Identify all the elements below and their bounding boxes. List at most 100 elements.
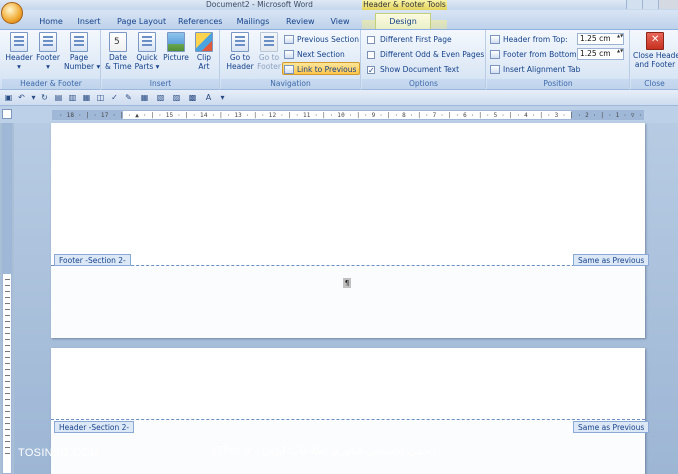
- header-from-top-input[interactable]: 1.25 cm: [577, 33, 624, 45]
- quick-parts-icon: [138, 32, 156, 52]
- go-to-header-label-line1: Go to: [229, 53, 251, 62]
- draw-icon[interactable]: ▨: [172, 93, 181, 102]
- footer-from-bottom-label: Footer from Bottom:: [503, 50, 580, 59]
- link-to-previous-label: Link to Previous: [297, 65, 357, 74]
- insert-alignment-tab-label: Insert Alignment Tab: [503, 65, 581, 74]
- maximize-button[interactable]: [642, 0, 658, 9]
- tab-view[interactable]: View: [329, 14, 351, 30]
- alignment-tab-icon: [490, 65, 500, 74]
- office-button[interactable]: [1, 2, 23, 24]
- columns-icon[interactable]: ▩: [188, 93, 197, 102]
- open-icon[interactable]: ▥: [68, 93, 77, 102]
- calendar-icon: [109, 32, 127, 52]
- tab-selector[interactable]: [2, 109, 12, 119]
- header-button-label: Header: [5, 53, 33, 62]
- dropdown-icon[interactable]: ▾: [29, 93, 38, 102]
- previous-section-icon: [284, 35, 294, 44]
- tab-review[interactable]: Review: [286, 14, 315, 30]
- group-label-close: Close: [631, 79, 678, 89]
- picture-icon: [167, 32, 185, 52]
- clip-art-label-line2: Art: [198, 62, 210, 71]
- next-section-button[interactable]: Next Section: [283, 48, 345, 61]
- tab-references[interactable]: References: [178, 14, 222, 30]
- different-odd-even-option[interactable]: Different Odd & Even Pages: [366, 48, 484, 61]
- page-number-label-line1: Page: [69, 53, 89, 62]
- watermark-center: ITPro.ir - انجمن تخصصی فناوری اطلاعات ای…: [213, 444, 436, 457]
- horizontal-ruler[interactable]: · 18 · | · 17 · | · ▲ · | · 15 · | · 14 …: [52, 110, 644, 120]
- different-first-page-option[interactable]: Different First Page: [366, 33, 452, 46]
- tab-design[interactable]: Design: [375, 13, 431, 29]
- new-icon[interactable]: ▤: [54, 93, 63, 102]
- font-color-icon[interactable]: A: [204, 93, 213, 102]
- customize-icon[interactable]: ▾: [218, 93, 227, 102]
- go-to-footer-button[interactable]: Go to Footer: [255, 32, 283, 71]
- window-close-button[interactable]: [658, 0, 678, 9]
- group-position: Header from Top: 1.25 cm Footer from Bot…: [487, 30, 630, 90]
- show-document-text-checkbox[interactable]: [367, 64, 375, 77]
- close-header-footer-button[interactable]: Close Header and Footer: [633, 32, 678, 69]
- footer-icon: [39, 32, 57, 52]
- footer-position-icon: [490, 50, 500, 59]
- page-number-button[interactable]: Page Number ▾: [64, 32, 100, 71]
- ruler-ticks: · 18 · | · 17 · | · ▲ · | · 15 · | · 14 …: [59, 112, 644, 119]
- vertical-ruler[interactable]: [2, 123, 12, 474]
- link-icon: [284, 65, 294, 74]
- go-to-header-button[interactable]: Go to Header: [226, 32, 254, 71]
- date-time-label-line2: & Time: [105, 62, 132, 71]
- tab-insert[interactable]: Insert: [77, 14, 101, 30]
- show-document-text-label: Show Document Text: [380, 65, 460, 74]
- print-preview-icon[interactable]: ◫: [96, 93, 105, 102]
- table-icon[interactable]: ▦: [140, 93, 149, 102]
- insert-alignment-tab-button[interactable]: Insert Alignment Tab: [489, 63, 580, 76]
- group-label-insert: Insert: [102, 79, 219, 89]
- header-same-as-previous-tag: Same as Previous: [573, 421, 650, 433]
- title-bar: Document2 - Microsoft Word Header & Foot…: [0, 0, 678, 10]
- clip-art-button[interactable]: Clip Art: [192, 32, 216, 71]
- print-icon[interactable]: ▦: [82, 93, 91, 102]
- spelling-icon[interactable]: ✓: [110, 93, 119, 102]
- undo-icon[interactable]: ↶: [17, 93, 26, 102]
- group-navigation: Go to Header Go to Footer Previous Secti…: [221, 30, 361, 90]
- group-close: Close Header and Footer Close: [631, 30, 678, 90]
- show-document-text-option[interactable]: Show Document Text: [366, 63, 460, 77]
- group-label-position: Position: [487, 79, 629, 89]
- watermark-left: TOSINSO.COM: [18, 447, 100, 459]
- different-odd-even-label: Different Odd & Even Pages: [380, 50, 485, 59]
- header-icon: [10, 32, 28, 52]
- close-header-footer-label-line1: Close Header: [633, 51, 678, 60]
- link-to-previous-button[interactable]: Link to Previous: [282, 62, 361, 75]
- quick-parts-button[interactable]: Quick Parts ▾: [134, 32, 160, 71]
- header-button[interactable]: Header ▾: [5, 32, 33, 71]
- page-number-label-line2: Number: [64, 62, 95, 71]
- previous-section-button[interactable]: Previous Section: [283, 33, 359, 46]
- format-painter-icon[interactable]: ✎: [124, 93, 133, 102]
- header-position-icon: [490, 35, 500, 44]
- tab-page-layout[interactable]: Page Layout: [117, 14, 166, 30]
- save-icon[interactable]: ▣: [4, 93, 13, 102]
- header-section-tag: Header -Section 2-: [54, 421, 135, 433]
- footer-same-as-previous-tag: Same as Previous: [573, 254, 650, 266]
- different-odd-even-checkbox[interactable]: [367, 51, 375, 59]
- group-label-navigation: Navigation: [221, 79, 360, 89]
- different-first-page-checkbox[interactable]: [367, 36, 375, 44]
- minimize-button[interactable]: [626, 0, 642, 9]
- group-label-options: Options: [362, 79, 485, 89]
- quick-parts-label-line1: Quick: [136, 53, 158, 62]
- redo-icon[interactable]: ↻: [40, 93, 49, 102]
- paragraph-mark[interactable]: ¶: [343, 278, 351, 288]
- date-time-button[interactable]: Date & Time: [105, 32, 132, 71]
- ribbon-tabs: Home Insert Page Layout References Maili…: [0, 10, 678, 39]
- footer-from-bottom-input[interactable]: 1.25 cm: [577, 48, 624, 60]
- tab-home[interactable]: Home: [38, 14, 64, 30]
- ruler-area: · 18 · | · 17 · | · ▲ · | · 15 · | · 14 …: [0, 106, 678, 123]
- footer-button[interactable]: Footer ▾: [35, 32, 61, 71]
- go-to-footer-label-line1: Go to: [258, 53, 280, 62]
- clip-art-icon: [195, 32, 213, 52]
- footer-section-tag: Footer -Section 2-: [54, 254, 131, 266]
- picture-button[interactable]: Picture: [162, 32, 190, 62]
- insert-icon[interactable]: ▧: [156, 93, 165, 102]
- footer-region[interactable]: [51, 265, 645, 338]
- tab-mailings[interactable]: Mailings: [236, 14, 270, 30]
- header-from-top-row: Header from Top: 1.25 cm: [489, 33, 627, 46]
- clip-art-label-line1: Clip: [196, 53, 212, 62]
